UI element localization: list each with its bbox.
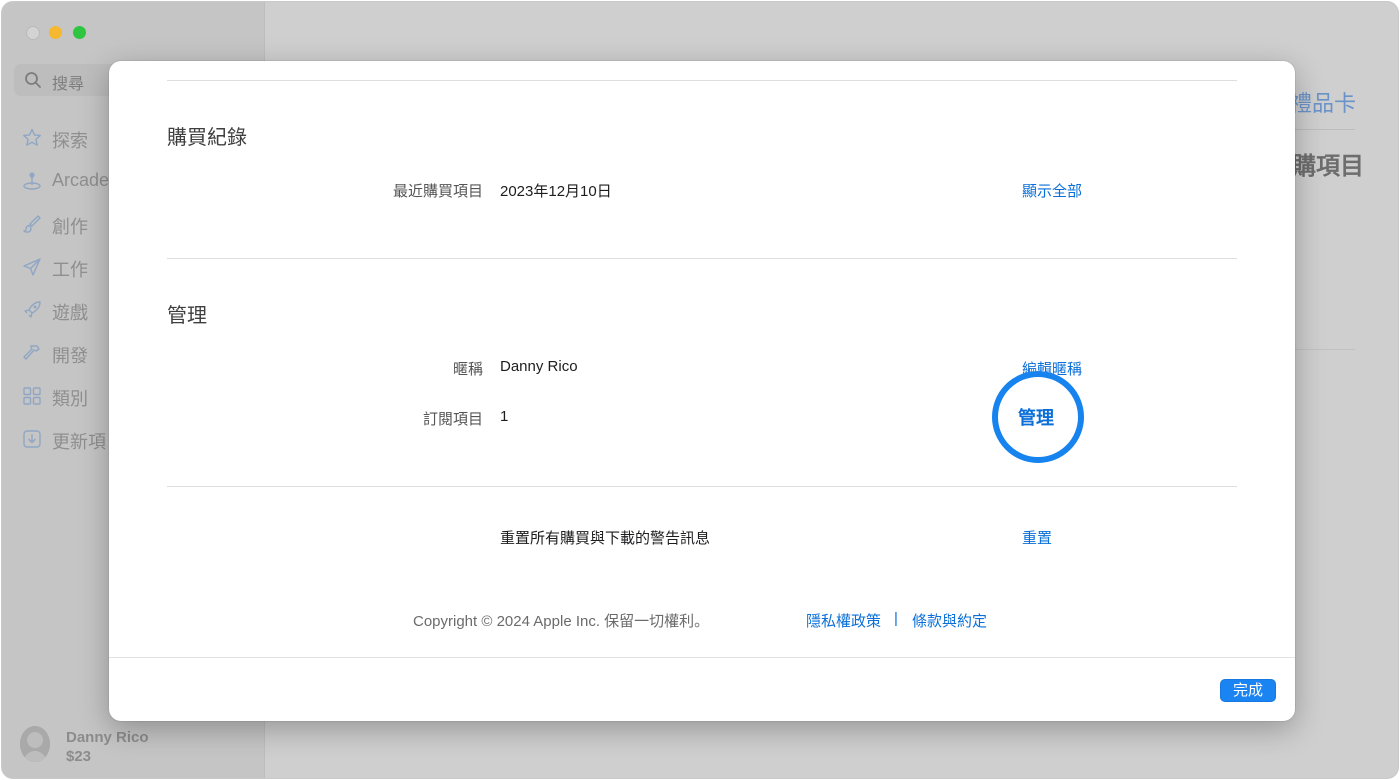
joystick-icon: [23, 172, 41, 190]
star-icon: [23, 128, 41, 146]
zoom-window-button[interactable]: [73, 26, 86, 39]
close-window-button[interactable]: [26, 26, 40, 40]
avatar: [20, 726, 50, 762]
background-gift-card-link: 禮品卡: [1290, 91, 1357, 116]
user-name: Danny Rico: [66, 729, 149, 746]
paper-plane-icon: [23, 258, 41, 276]
footer-divider: [109, 657, 1295, 658]
paintbrush-icon: [23, 215, 41, 233]
copyright-text: Copyright © 2024 Apple Inc. 保留一切權利。: [413, 613, 710, 630]
sidebar-item-label: 遊戲: [52, 303, 88, 323]
sidebar-item-label: 類別: [52, 389, 88, 409]
sidebar-item-label: 創作: [52, 217, 88, 237]
sidebar-item-label: 工作: [52, 260, 88, 280]
done-button[interactable]: 完成: [1220, 679, 1276, 702]
sidebar-item-label: 更新項: [52, 432, 106, 452]
app-store-window: 搜尋 探索 Arcade 創作 工作 遊戲 開發 類別 更新項 Danny Ri…: [1, 1, 1399, 779]
background-divider: [1285, 349, 1355, 350]
recent-purchase-date: 2023年12月10日: [500, 183, 612, 200]
account-button[interactable]: Danny Rico $23: [2, 712, 264, 778]
background-divider: [1285, 129, 1355, 130]
manage-section-title: 管理: [167, 305, 207, 327]
search-placeholder: 搜尋: [52, 76, 85, 93]
subscriptions-count: 1: [500, 408, 509, 425]
privacy-policy-link[interactable]: 隱私權政策: [806, 610, 881, 631]
grid-icon: [23, 387, 41, 405]
background-heading: 購項目: [1292, 153, 1364, 180]
footer-separator: |: [894, 610, 898, 627]
sidebar-item-label: Arcade: [52, 170, 110, 190]
avatar-face-icon: [20, 726, 50, 762]
user-balance: $23: [66, 748, 92, 765]
reset-button[interactable]: 重置: [1022, 527, 1052, 548]
hammer-icon: [23, 345, 40, 360]
nickname-value: Danny Rico: [500, 358, 578, 375]
nickname-label: 暱稱: [452, 361, 483, 378]
minimize-window-button[interactable]: [49, 26, 62, 39]
purchase-history-title: 購買紀錄: [167, 127, 247, 149]
divider: [167, 486, 1237, 487]
rocket-icon: [24, 301, 41, 318]
subscriptions-label: 訂閱項目: [422, 411, 483, 428]
terms-link[interactable]: 條款與約定: [912, 610, 987, 631]
download-icon: [23, 430, 41, 448]
divider: [167, 258, 1237, 259]
recent-purchase-label: 最近購買項目: [392, 183, 483, 200]
manage-subscriptions-link[interactable]: 管理: [1018, 404, 1054, 430]
sidebar-item-label: 開發: [52, 346, 88, 366]
search-icon: [25, 72, 41, 88]
show-all-link[interactable]: 顯示全部: [1022, 180, 1082, 201]
account-settings-sheet: 購買紀錄 最近購買項目 2023年12月10日 顯示全部 管理 暱稱 Danny…: [109, 61, 1295, 721]
reset-warnings-label: 重置所有購買與下載的警告訊息: [500, 530, 711, 547]
divider: [167, 80, 1237, 81]
sidebar-item-label: 探索: [52, 131, 88, 151]
